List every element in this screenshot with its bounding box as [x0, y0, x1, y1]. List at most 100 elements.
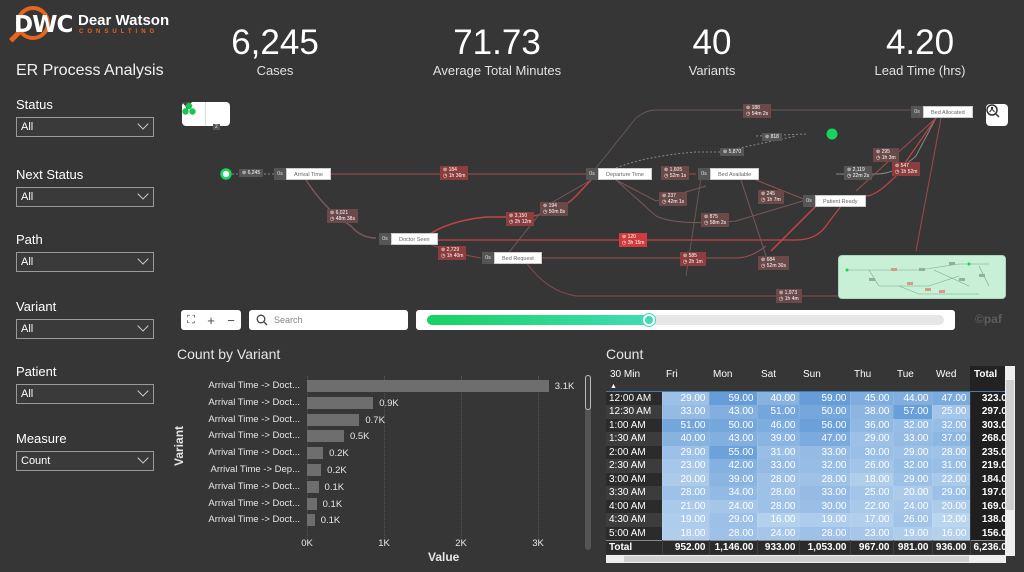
matrix-cell[interactable]: 33.00 [757, 459, 800, 473]
slider-track[interactable] [427, 314, 944, 326]
matrix-cell[interactable]: 59.00 [799, 391, 851, 405]
slider-thumb[interactable] [643, 314, 656, 326]
scrollbar-thumb[interactable] [1006, 380, 1014, 510]
matrix-cell[interactable]: 22.00 [932, 472, 971, 486]
matrix-cell[interactable]: 19.00 [662, 513, 710, 527]
matrix-cell[interactable]: 47.00 [932, 391, 971, 405]
matrix-cell[interactable]: 50.00 [709, 418, 758, 432]
matrix-cell[interactable]: 43.00 [709, 432, 758, 446]
node-bed-request[interactable]: 0s Bed Request [482, 252, 542, 264]
end-edge-label[interactable]: ⊚ 5,870 [720, 148, 745, 156]
node-doctor-seen[interactable]: 0s Doctor Seen [379, 233, 438, 245]
matrix-cell[interactable]: 18.00 [662, 526, 710, 540]
process-explorer-button[interactable] [986, 104, 1008, 126]
edge-label[interactable]: ⊚ 120 ◷ 3h 15m [619, 233, 648, 247]
matrix-cell[interactable]: 32.00 [893, 459, 933, 473]
matrix-cell[interactable]: 38.00 [850, 405, 894, 419]
matrix-cell[interactable]: 30.00 [850, 445, 894, 459]
column-header[interactable]: Sun [799, 366, 850, 392]
edge-label[interactable]: ⊚ 684 ◷ 52m 30s [758, 256, 789, 270]
matrix-vertical-scrollbar[interactable] [1005, 366, 1015, 556]
process-map[interactable]: 2 ⊚ 6,245 0s Arrival Time 0s Doctor Seen 0… [176, 96, 1018, 303]
matrix-cell[interactable]: 40.00 [662, 432, 710, 446]
zoom-in-button[interactable]: + [207, 313, 215, 328]
matrix-cell[interactable]: 24.00 [893, 499, 933, 513]
matrix-cell[interactable]: 28.00 [799, 472, 851, 486]
next-status-dropdown[interactable]: All [16, 187, 154, 207]
matrix-cell[interactable]: 33.00 [662, 405, 710, 419]
edge-label[interactable]: ⊚ 2,119 ◷ 22m 2s [844, 166, 873, 180]
matrix-cell[interactable]: 37.00 [932, 432, 971, 446]
edge-label[interactable]: ⊚ 2,729 ◷ 1h 40m [438, 246, 467, 260]
matrix-cell[interactable]: 25.00 [932, 405, 971, 419]
matrix-cell[interactable]: 40.00 [757, 391, 800, 405]
matrix-cell[interactable]: 31.00 [757, 445, 800, 459]
column-header[interactable]: Wed [932, 366, 970, 392]
matrix-cell[interactable]: 31.00 [932, 459, 971, 473]
bar[interactable] [307, 447, 324, 460]
matrix-cell[interactable]: 45.00 [850, 391, 894, 405]
matrix-cell[interactable]: 43.00 [709, 405, 758, 419]
matrix-cell[interactable]: 16.00 [932, 526, 971, 540]
matrix-cell[interactable]: 36.00 [850, 418, 894, 432]
matrix-cell[interactable]: 29.00 [850, 432, 894, 446]
matrix-cell[interactable]: 28.00 [932, 445, 971, 459]
matrix-cell[interactable]: 29.00 [662, 391, 710, 405]
matrix-cell[interactable]: 12.00 [932, 513, 971, 527]
matrix-cell[interactable]: 28.00 [662, 486, 710, 500]
status-dropdown[interactable]: All [16, 117, 154, 137]
matrix-cell[interactable]: 44.00 [893, 391, 933, 405]
variant-dropdown[interactable]: All [16, 319, 154, 339]
matrix-cell[interactable]: 33.00 [799, 445, 851, 459]
column-header[interactable]: Fri [662, 366, 709, 392]
matrix-cell[interactable]: 25.00 [850, 486, 894, 500]
edge-label[interactable]: ⊚ 194 ◷ 50m 8s [540, 202, 569, 216]
measure-dropdown[interactable]: Count [16, 451, 154, 471]
edge-label[interactable]: ⊚ 6,021 ◷ 48m 38s [327, 209, 358, 223]
process-minimap[interactable] [838, 255, 1006, 299]
matrix-cell[interactable]: 28.00 [799, 526, 851, 540]
matrix-cell[interactable]: 24.00 [757, 526, 800, 540]
matrix-cell[interactable]: 47.00 [799, 432, 851, 446]
edge-label[interactable]: ⊚ 237 ◷ 42m 1s [659, 192, 688, 206]
edge-label[interactable]: ⊚ 1,605 ◷ 52m 1s [661, 166, 690, 180]
edge-label[interactable]: ⊚ 3,150 ◷ 2h 12m [506, 212, 535, 226]
matrix-cell[interactable]: 55.00 [709, 445, 758, 459]
matrix-cell[interactable]: 19.00 [893, 526, 933, 540]
node-patient-ready[interactable]: 0s Patient Ready [803, 195, 866, 207]
matrix-cell[interactable]: 28.00 [709, 526, 758, 540]
matrix-cell[interactable]: 57.00 [893, 405, 933, 419]
matrix-cell[interactable]: 29.00 [709, 513, 758, 527]
matrix-cell[interactable]: 24.00 [709, 499, 758, 513]
path-detail-slider[interactable] [416, 310, 955, 330]
map-search-input[interactable]: Search [249, 310, 408, 330]
matrix-cell[interactable]: 30.00 [799, 499, 851, 513]
bar[interactable] [307, 464, 322, 476]
matrix-cell[interactable]: 21.00 [662, 499, 710, 513]
matrix-cell[interactable]: 32.00 [893, 418, 933, 432]
patient-dropdown[interactable]: All [16, 384, 154, 404]
matrix-cell[interactable]: 29.00 [932, 486, 971, 500]
matrix-cell[interactable]: 22.00 [850, 499, 894, 513]
zoom-out-button[interactable]: − [227, 313, 235, 328]
scrollbar-thumb[interactable] [585, 375, 591, 410]
column-header[interactable]: Mon [709, 366, 757, 392]
matrix-cell[interactable]: 39.00 [709, 472, 758, 486]
matrix-cell[interactable]: 20.00 [662, 472, 710, 486]
bar[interactable] [307, 497, 317, 510]
matrix-cell[interactable]: 20.00 [932, 499, 971, 513]
matrix-cell[interactable]: 28.00 [757, 499, 800, 513]
bar[interactable] [307, 514, 315, 527]
matrix-cell[interactable]: 23.00 [850, 526, 894, 540]
matrix-cell[interactable]: 26.00 [893, 513, 933, 527]
column-header[interactable]: Thu [850, 366, 893, 392]
matrix-cell[interactable]: 26.00 [850, 459, 894, 473]
edge-label[interactable]: ⊚ 188 ◷ 54m 2s [743, 104, 772, 118]
matrix-cell[interactable]: 17.00 [850, 513, 894, 527]
bar[interactable] [307, 430, 344, 443]
edge-label[interactable]: ⊚ 184 ◷ 1h 36m [440, 166, 469, 180]
matrix-cell[interactable]: 50.00 [799, 405, 851, 419]
fit-to-screen-button[interactable]: ⛶ [187, 314, 195, 327]
matrix-cell[interactable]: 23.00 [662, 459, 710, 473]
scrollbar-thumb[interactable] [624, 556, 969, 562]
